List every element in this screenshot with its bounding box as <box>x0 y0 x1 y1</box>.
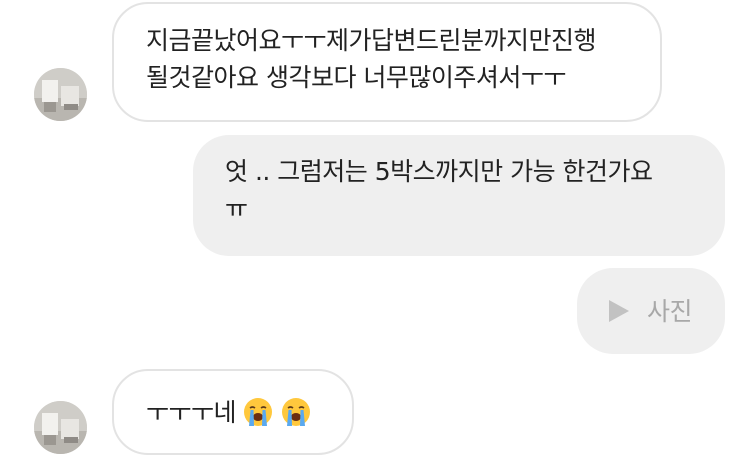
photo-message-bubble[interactable]: 사진 <box>577 268 725 354</box>
avatar[interactable] <box>34 401 87 454</box>
loudly-crying-face-emoji <box>242 359 274 465</box>
message-bubble-incoming[interactable]: 지금끝났어요ㅜㅜ제가답변드린분까지만진행 될것같아요 생각보다 너무많이주셔서ㅜ… <box>112 2 662 122</box>
photo-label: 사진 <box>647 296 693 326</box>
loudly-crying-face-emoji <box>280 359 312 465</box>
message-bubble-incoming[interactable]: ㅜㅜㅜ네 <box>112 369 354 455</box>
avatar-photo <box>34 68 87 121</box>
play-icon <box>609 300 629 322</box>
message-text: ㅜㅜㅜ네 <box>146 397 237 427</box>
avatar[interactable] <box>34 68 87 121</box>
avatar-photo <box>34 401 87 454</box>
message-bubble-outgoing[interactable]: 엇 .. 그럼저는 5박스까지만 가능 한건가요 ㅠ <box>193 135 725 256</box>
